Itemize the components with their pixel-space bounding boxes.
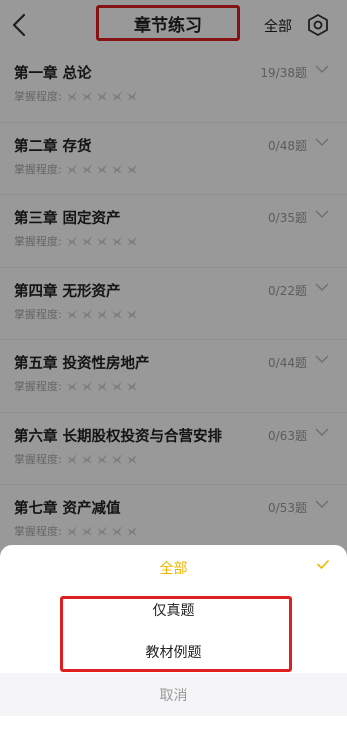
options-highlight-box <box>60 596 292 672</box>
cancel-button[interactable]: 取消 <box>0 673 347 716</box>
cancel-label: 取消 <box>159 687 188 704</box>
checkmark-icon <box>317 560 329 569</box>
option-all[interactable]: 全部 <box>0 548 347 588</box>
filter-action-sheet: 全部 仅真题 教材例题 取消 <box>0 545 347 734</box>
option-label: 全部 <box>159 561 188 577</box>
